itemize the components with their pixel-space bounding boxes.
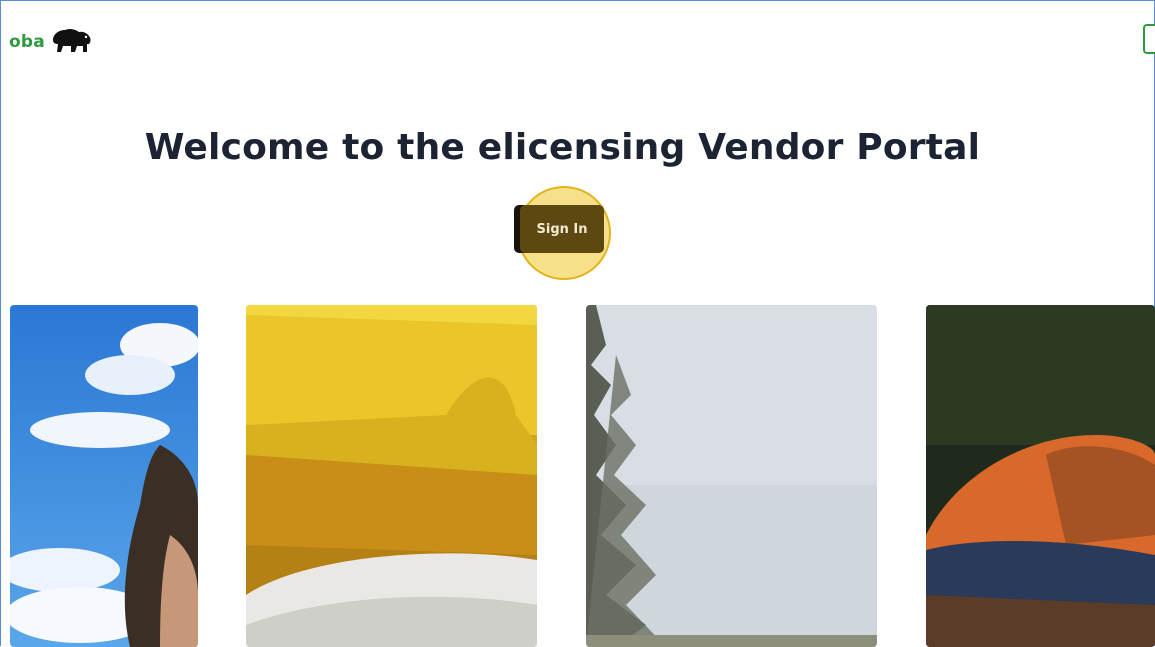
top-right-button[interactable] <box>1143 24 1155 54</box>
bison-icon <box>49 26 93 58</box>
site-logo[interactable]: oba <box>9 26 93 58</box>
card-orange-cap[interactable] <box>926 305 1155 647</box>
sign-in-button[interactable]: Sign In <box>520 205 604 253</box>
logo-text: oba <box>9 32 45 52</box>
page-title: Welcome to the elicensing Vendor Portal <box>144 127 981 168</box>
card-sky-person[interactable] <box>10 305 198 647</box>
card-trees-sky[interactable] <box>586 305 877 647</box>
card-yellow-object[interactable] <box>246 305 537 647</box>
